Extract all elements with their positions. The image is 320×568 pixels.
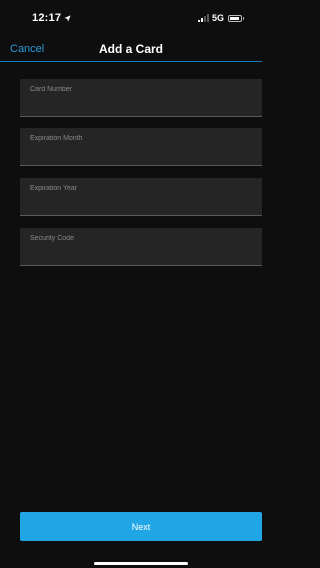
expiration-year-field[interactable] <box>20 178 262 216</box>
status-time-group: 12:17 <box>32 12 71 24</box>
status-time: 12:17 <box>32 12 62 24</box>
home-indicator[interactable] <box>94 562 188 565</box>
next-button[interactable]: Next <box>20 512 262 541</box>
location-arrow-icon <box>64 15 71 22</box>
security-code-input[interactable] <box>30 235 252 242</box>
nav-bar: Cancel Add a Card <box>0 36 262 62</box>
card-number-input[interactable] <box>30 86 252 93</box>
expiration-month-field[interactable] <box>20 128 262 166</box>
signal-bars-icon <box>197 14 209 22</box>
status-bar: 12:17 5G <box>0 0 262 30</box>
expiration-year-input[interactable] <box>30 185 252 192</box>
status-indicators: 5G <box>197 12 244 24</box>
security-code-field[interactable] <box>20 228 262 266</box>
expiration-month-input[interactable] <box>30 135 252 142</box>
battery-icon <box>228 14 244 22</box>
network-type: 5G <box>211 13 224 23</box>
card-number-field[interactable] <box>20 79 262 117</box>
page-title: Add a Card <box>98 42 163 56</box>
